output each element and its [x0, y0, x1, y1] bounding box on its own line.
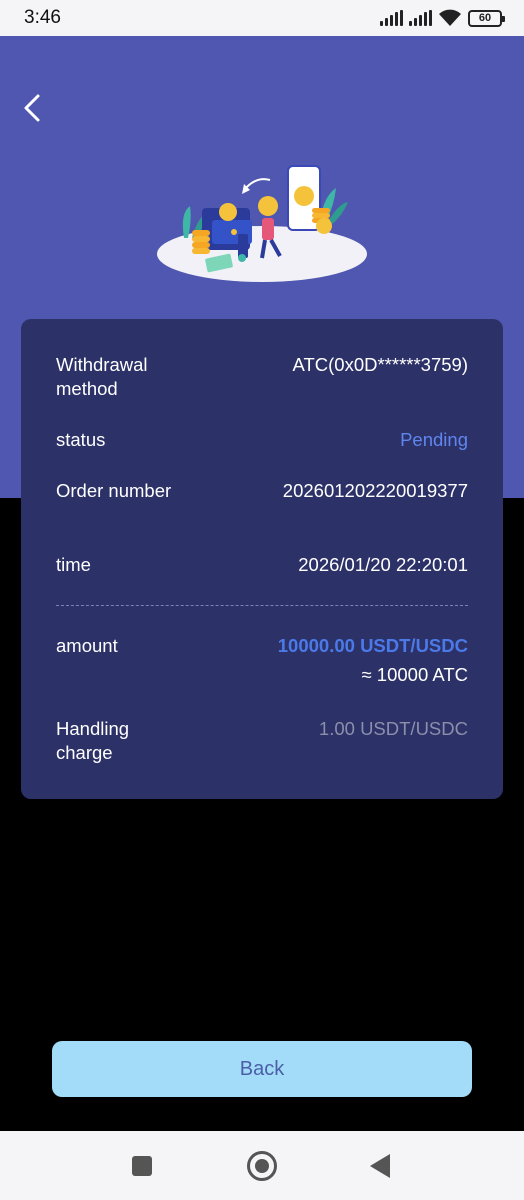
status-label: status — [56, 429, 106, 450]
order-number-label: Order number — [56, 480, 172, 501]
withdrawal-method-label: Withdrawal method — [56, 354, 148, 399]
battery-icon: 60 — [468, 9, 505, 27]
withdrawal-method-value: ATC(0x0D******3759) — [292, 354, 469, 375]
order-number-value: 202601202220019377 — [282, 480, 468, 501]
recent-apps-icon[interactable] — [132, 1156, 152, 1176]
time-value: 2026/01/20 22:20:01 — [298, 554, 468, 575]
status-bar: 3:46 60 — [0, 0, 524, 36]
wifi-icon — [439, 9, 461, 26]
chevron-left-icon[interactable] — [20, 92, 48, 124]
amount-value: 10000.00 USDT/USDC — [277, 635, 468, 656]
dashed-divider — [56, 605, 468, 606]
back-button-label: Back — [239, 1057, 285, 1080]
status-time: 3:46 — [24, 7, 61, 28]
status-row: status Pending — [56, 428, 468, 452]
handling-charge-label: Handling charge — [56, 718, 130, 763]
time-label: time — [56, 554, 91, 575]
back-button[interactable]: Back — [52, 1041, 472, 1097]
home-icon[interactable] — [247, 1151, 277, 1181]
back-icon[interactable] — [370, 1154, 390, 1178]
amount-row: amount 10000.00 USDT/USDC — [56, 634, 468, 658]
wallet-withdrawal-illustration — [157, 165, 367, 282]
withdrawal-method-row: Withdrawal method ATC(0x0D******3759) — [56, 353, 468, 401]
handling-charge-value: 1.00 USDT/USDC — [318, 718, 468, 739]
time-row: time 2026/01/20 22:20:01 — [56, 553, 468, 577]
order-number-row: Order number 202601202220019377 — [56, 479, 468, 503]
amount-approx-value: ≈ 10000 ATC — [361, 664, 468, 685]
status-value: Pending — [400, 429, 468, 450]
signal-icon — [380, 10, 403, 26]
system-nav-bar — [0, 1131, 524, 1200]
signal-icon — [409, 10, 432, 26]
battery-level: 60 — [478, 12, 492, 24]
amount-label: amount — [56, 635, 118, 656]
withdrawal-details-card: Withdrawal method ATC(0x0D******3759) st… — [21, 319, 503, 799]
status-icons: 60 — [380, 9, 505, 27]
handling-charge-row: Handling charge 1.00 USDT/USDC — [56, 717, 468, 765]
